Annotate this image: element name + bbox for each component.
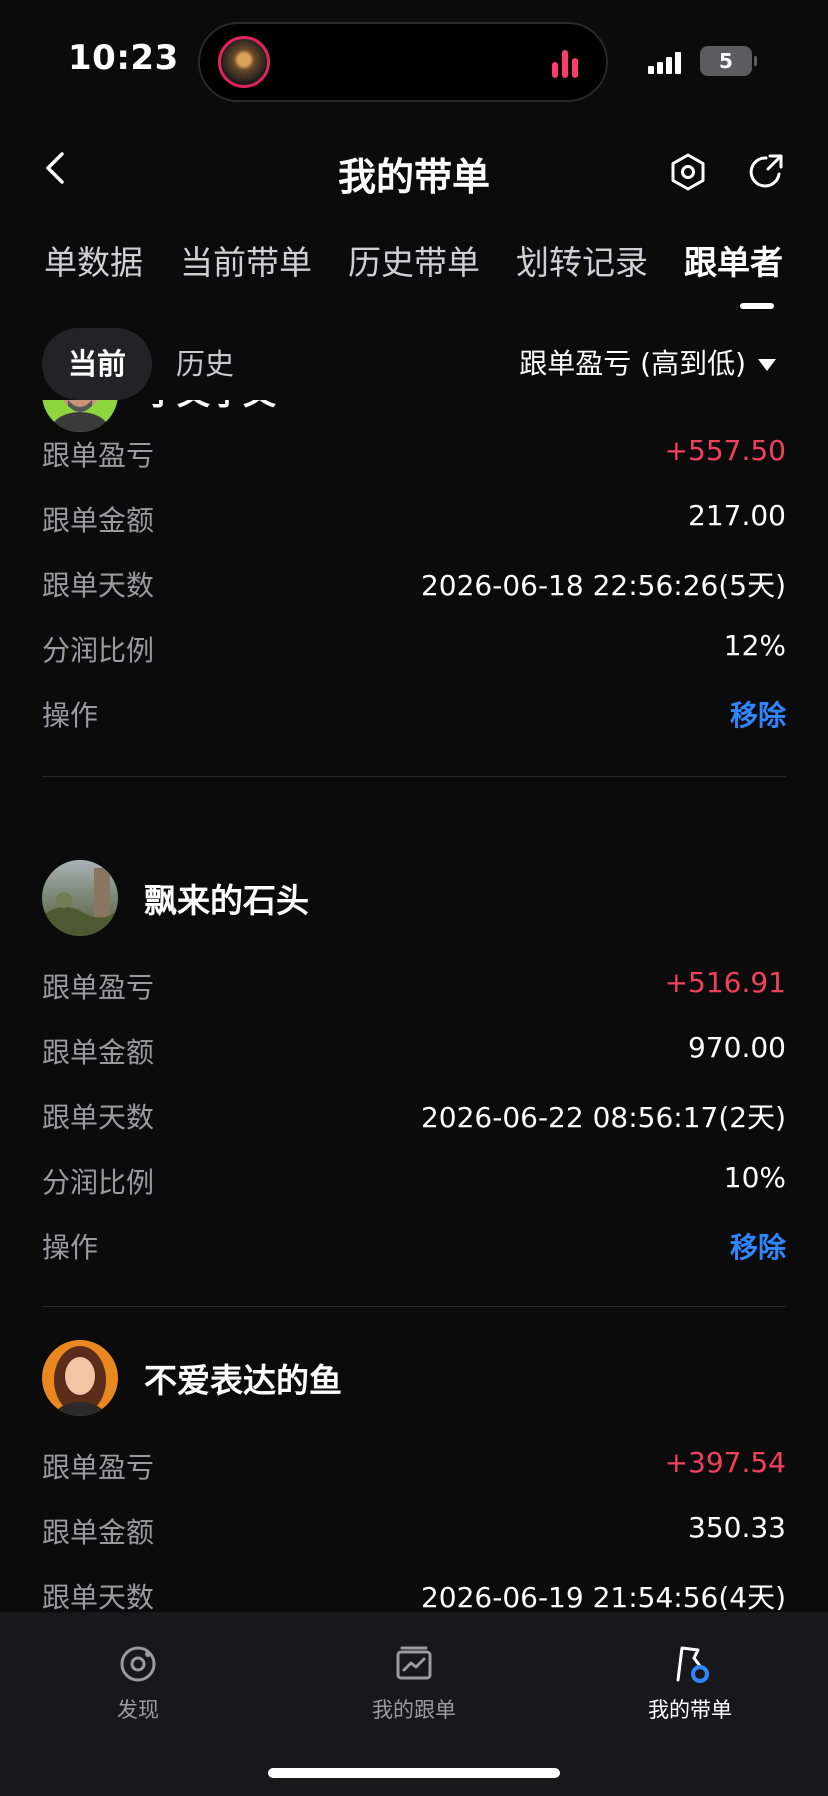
- days-row: 跟单天数 2026-06-22 08:56:17(2天): [42, 1096, 786, 1136]
- sort-label: 跟单盈亏 (高到低): [519, 347, 746, 380]
- nav-discover[interactable]: 发现: [48, 1642, 228, 1724]
- pnl-value: +397.54: [664, 1446, 786, 1479]
- share-row: 分润比例 10%: [42, 1161, 786, 1201]
- action-row: 操作 移除: [42, 1226, 786, 1266]
- pnl-value: +516.91: [664, 966, 786, 999]
- amount-label: 跟单金额: [42, 504, 155, 537]
- share-label: 分润比例: [42, 1166, 155, 1199]
- days-value: 2026-06-18 22:56:26(5天): [420, 569, 786, 602]
- nav-label: 发现: [117, 1698, 159, 1722]
- pnl-row: 跟单盈亏 +557.50: [42, 434, 786, 474]
- divider: [42, 776, 786, 777]
- amount-row: 跟单金额 970.00: [42, 1031, 786, 1071]
- follower-name: 飘来的石头: [144, 881, 309, 920]
- amount-row: 跟单金额 350.33: [42, 1511, 786, 1551]
- active-tab-indicator: [740, 303, 774, 309]
- follower-list[interactable]: 孑文孑文 跟单盈亏 +557.50 跟单金额 217.00 跟单天数 2026-06-…: [0, 400, 828, 1610]
- filter-current-button[interactable]: 当前: [42, 328, 152, 400]
- sort-dropdown[interactable]: 跟单盈亏 (高到低): [519, 328, 776, 400]
- days-row: 跟单天数 2026-06-18 22:56:26(5天): [42, 564, 786, 604]
- remove-button[interactable]: 移除: [730, 1226, 786, 1266]
- amount-value: 217.00: [688, 499, 786, 532]
- divider: [42, 1306, 786, 1307]
- avatar: [42, 1340, 118, 1416]
- tab-bar: 单数据 当前带单 历史带单 划转记录 跟单者: [0, 236, 828, 286]
- days-value: 2026-06-22 08:56:17(2天): [420, 1101, 786, 1134]
- days-row: 跟单天数 2026-06-19 21:54:56(4天): [42, 1576, 786, 1610]
- nav-label: 我的带单: [648, 1698, 732, 1722]
- follower-name: 孑文孑文: [144, 400, 276, 414]
- days-value: 2026-06-19 21:54:56(4天): [420, 1581, 786, 1610]
- action-label: 操作: [42, 699, 99, 732]
- chart-icon: [396, 1646, 432, 1680]
- nav-my-copy-trades[interactable]: 我的跟单: [324, 1642, 504, 1724]
- amount-label: 跟单金额: [42, 1516, 155, 1549]
- pnl-label: 跟单盈亏: [42, 439, 155, 472]
- signal-icon: [648, 50, 688, 74]
- action-label: 操作: [42, 1231, 99, 1264]
- action-row: 操作 移除: [42, 694, 786, 734]
- tab-transfer-records[interactable]: 划转记录: [516, 236, 648, 284]
- avatar: [42, 860, 118, 936]
- pnl-row: 跟单盈亏 +397.54: [42, 1446, 786, 1486]
- share-value: 10%: [723, 1161, 786, 1194]
- dynamic-island[interactable]: [198, 22, 608, 102]
- amount-value: 350.33: [688, 1511, 786, 1544]
- pnl-value: +557.50: [664, 434, 786, 467]
- tab-data[interactable]: 单数据: [44, 236, 143, 284]
- discover-icon: [120, 1646, 156, 1682]
- amount-label: 跟单金额: [42, 1036, 155, 1069]
- share-icon[interactable]: [746, 152, 786, 192]
- status-time: 10:23: [68, 38, 179, 78]
- tab-followers[interactable]: 跟单者: [684, 236, 783, 284]
- tab-history-leading[interactable]: 历史带单: [348, 236, 480, 284]
- caret-down-icon: [758, 359, 776, 371]
- amount-row: 跟单金额 217.00: [42, 499, 786, 539]
- nav-label: 我的跟单: [372, 1698, 456, 1722]
- share-row: 分润比例 12%: [42, 629, 786, 669]
- now-playing-artwork: [218, 36, 270, 88]
- amount-value: 970.00: [688, 1031, 786, 1064]
- flag-icon: [676, 1646, 709, 1683]
- pnl-row: 跟单盈亏 +516.91: [42, 966, 786, 1006]
- battery-indicator: 5: [700, 46, 757, 76]
- days-label: 跟单天数: [42, 1581, 155, 1610]
- home-indicator[interactable]: [268, 1768, 560, 1778]
- remove-button[interactable]: 移除: [730, 694, 786, 734]
- settings-hexagon-icon[interactable]: [668, 152, 708, 192]
- follower-name: 不爱表达的鱼: [144, 1361, 342, 1400]
- avatar: [42, 400, 118, 432]
- filter-history-button[interactable]: 历史: [176, 328, 234, 400]
- pnl-label: 跟单盈亏: [42, 1451, 155, 1484]
- pnl-label: 跟单盈亏: [42, 971, 155, 1004]
- days-label: 跟单天数: [42, 569, 155, 602]
- share-label: 分润比例: [42, 634, 155, 667]
- nav-my-leading[interactable]: 我的带单: [600, 1642, 780, 1724]
- days-label: 跟单天数: [42, 1101, 155, 1134]
- audio-wave-icon: [552, 50, 582, 78]
- tab-current-leading[interactable]: 当前带单: [180, 236, 312, 284]
- share-value: 12%: [723, 629, 786, 662]
